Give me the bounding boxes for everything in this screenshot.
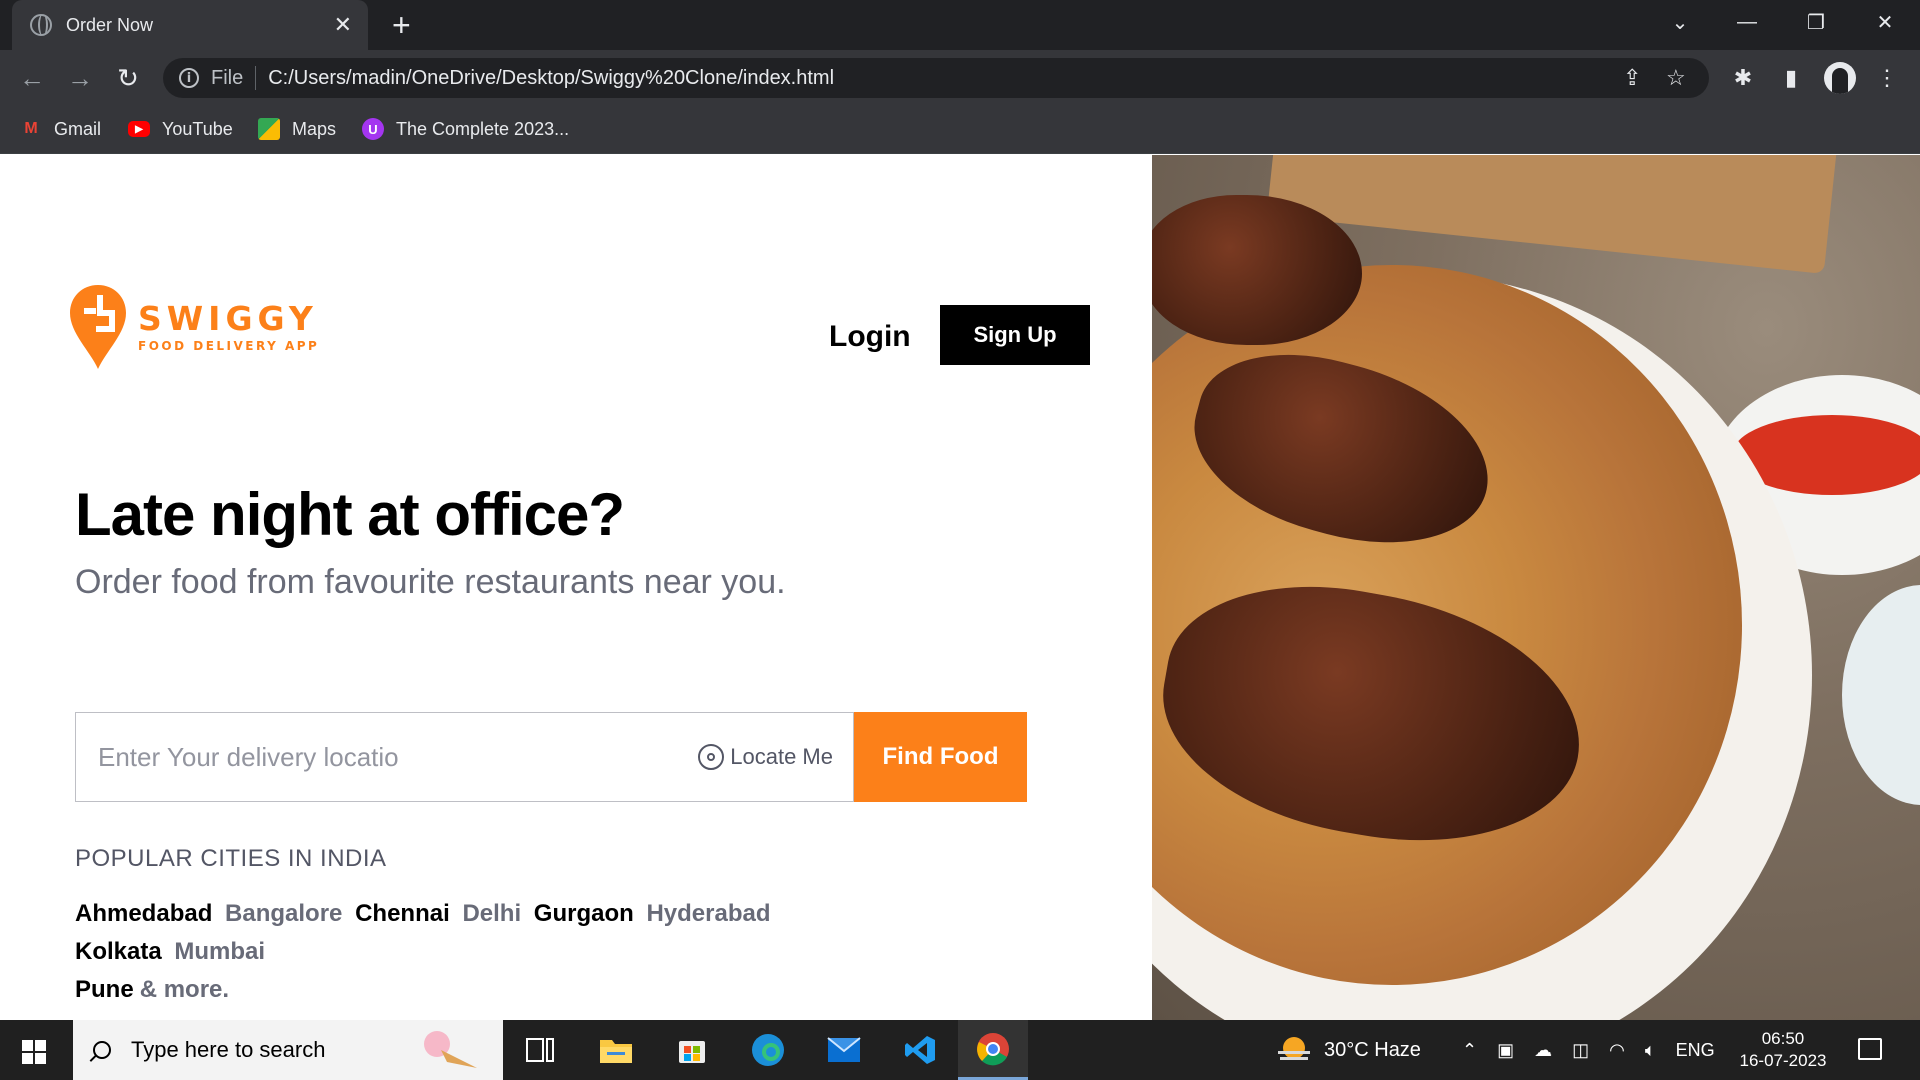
- logo-tagline: FOOD DELIVERY APP: [138, 339, 320, 353]
- address-url[interactable]: C:/Users/madin/OneDrive/Desktop/Swiggy%2…: [268, 67, 834, 90]
- gmail-icon: M: [24, 120, 38, 137]
- city-link[interactable]: Kolkata: [75, 938, 162, 965]
- location-input[interactable]: [76, 714, 699, 800]
- bookmark-label: Gmail: [54, 118, 102, 139]
- tab-title: Order Now: [66, 14, 154, 35]
- locate-me-label: Locate Me: [730, 744, 833, 769]
- haze-sun-icon: [1278, 1037, 1310, 1060]
- city-link[interactable]: Bangalore: [225, 900, 342, 927]
- browser-tab[interactable]: Order Now ✕: [12, 0, 368, 50]
- bookmark-label: YouTube: [162, 118, 233, 139]
- clock-date: 16-07-2023: [1739, 1051, 1827, 1070]
- bookmark-label: The Complete 2023...: [396, 118, 570, 139]
- reload-icon[interactable]: ↻: [112, 62, 144, 94]
- share-icon[interactable]: ⇪: [1623, 58, 1641, 98]
- address-divider: [255, 66, 257, 90]
- signup-button[interactable]: Sign Up: [940, 305, 1090, 365]
- locate-icon: [698, 744, 725, 770]
- restore-icon[interactable]: ❐: [1781, 0, 1851, 44]
- taskbar-search-text: Type here to search: [131, 1037, 326, 1062]
- volume-icon[interactable]: 🔈︎: [1645, 1040, 1656, 1061]
- extensions-icon[interactable]: ✱: [1728, 64, 1758, 92]
- logo-wordmark: SWIGGY FOOD DELIVERY APP: [138, 299, 320, 354]
- windows-start-icon[interactable]: [22, 1040, 46, 1064]
- site-info-icon[interactable]: i: [179, 68, 199, 88]
- more-cities-link[interactable]: & more.: [140, 976, 229, 1003]
- hero-headline: Late night at office?: [75, 481, 625, 548]
- bookmarks-bar: M Gmail ▶ YouTube Maps U The Complete 20…: [0, 106, 1920, 154]
- clock-time: 06:50: [1761, 1029, 1805, 1048]
- side-panel-icon[interactable]: ▮: [1776, 64, 1806, 92]
- locate-me-button[interactable]: Locate Me: [698, 744, 833, 770]
- city-link[interactable]: Delhi: [462, 900, 521, 927]
- new-tab-icon[interactable]: +: [392, 8, 411, 42]
- close-tab-icon[interactable]: ✕: [334, 14, 352, 36]
- popular-cities-title: POPULAR CITIES IN INDIA: [75, 845, 387, 872]
- login-button[interactable]: Login: [829, 320, 911, 354]
- vscode-icon[interactable]: [885, 1020, 955, 1080]
- hero-subline: Order food from favourite restaurants ne…: [75, 563, 786, 601]
- microsoft-store-icon[interactable]: [657, 1020, 727, 1080]
- chrome-icon[interactable]: [958, 1020, 1028, 1080]
- back-icon[interactable]: ←: [16, 62, 48, 94]
- weather-widget[interactable]: 30°C Haze: [1276, 1020, 1421, 1080]
- edge-icon[interactable]: [733, 1020, 803, 1080]
- taskbar-search[interactable]: Type here to search: [73, 1020, 503, 1080]
- forward-icon[interactable]: →: [64, 62, 96, 94]
- onedrive-icon[interactable]: ☁: [1534, 1040, 1552, 1061]
- globe-icon: [30, 14, 52, 36]
- chevron-up-icon[interactable]: ⌃: [1462, 1040, 1477, 1061]
- profile-avatar[interactable]: [1824, 62, 1856, 94]
- taskbar-clock[interactable]: 06:50 16-07-2023: [1730, 1028, 1836, 1072]
- bookmark-gmail[interactable]: M Gmail: [20, 106, 101, 152]
- web-page: SWIGGY FOOD DELIVERY APP Login Sign Up L…: [0, 155, 1920, 1020]
- raita-bowl: [1842, 585, 1920, 805]
- location-search: Locate Me Find Food: [75, 712, 1027, 802]
- close-window-icon[interactable]: ✕: [1850, 0, 1920, 44]
- landing-panel: SWIGGY FOOD DELIVERY APP Login Sign Up L…: [0, 155, 1152, 1020]
- city-link[interactable]: Chennai: [355, 900, 450, 927]
- browser-tabstrip: Order Now ✕ + ⌄ — ❐ ✕: [0, 0, 1920, 50]
- city-link[interactable]: Mumbai: [174, 938, 265, 965]
- city-link[interactable]: Pune: [75, 976, 134, 1003]
- weather-text: 30°C Haze: [1324, 1038, 1421, 1061]
- bookmark-label: Maps: [292, 118, 337, 139]
- find-food-button[interactable]: Find Food: [854, 712, 1027, 802]
- swiggy-pin-icon: [70, 285, 126, 369]
- maps-icon: [258, 118, 280, 140]
- biryani-hero-image: [1152, 155, 1920, 1020]
- udemy-icon: U: [362, 118, 384, 140]
- bookmark-youtube[interactable]: ▶ YouTube: [128, 106, 233, 152]
- task-view-icon[interactable]: [505, 1020, 575, 1080]
- logo-name: SWIGGY: [138, 299, 318, 338]
- bookmark-star-icon[interactable]: ☆: [1666, 58, 1686, 98]
- search-icon: [93, 1041, 111, 1059]
- meet-now-icon[interactable]: ▣: [1497, 1040, 1514, 1061]
- location-field: Locate Me: [75, 712, 854, 802]
- city-link[interactable]: Gurgaon: [534, 900, 634, 927]
- city-link[interactable]: Hyderabad: [646, 900, 770, 927]
- wifi-icon[interactable]: ◠: [1609, 1040, 1625, 1061]
- system-tray: ⌃ ▣ ☁ ◫ ◠ 🔈︎ ENG: [1462, 1020, 1715, 1080]
- file-explorer-icon[interactable]: [581, 1020, 651, 1080]
- browser-toolbar: ← → ↻ i File C:/Users/madin/OneDrive/Des…: [0, 50, 1920, 106]
- notification-center-icon[interactable]: [1858, 1038, 1882, 1060]
- network-icon[interactable]: ◫: [1572, 1040, 1589, 1061]
- address-scheme: File: [211, 66, 244, 89]
- menu-icon[interactable]: ⋮: [1872, 64, 1902, 92]
- popular-cities-list: Ahmedabad Bangalore Chennai Delhi Gurgao…: [75, 895, 835, 1009]
- address-bar[interactable]: i File C:/Users/madin/OneDrive/Desktop/S…: [163, 58, 1709, 98]
- windows-taskbar: Type here to search 30°C Haze ⌃ ▣ ☁ ◫ ◠ …: [0, 1020, 1920, 1080]
- tab-search-icon[interactable]: ⌄: [1645, 0, 1715, 44]
- ice-cream-icon: [424, 1031, 477, 1068]
- bookmark-udemy[interactable]: U The Complete 2023...: [362, 106, 569, 152]
- mail-icon[interactable]: [809, 1020, 879, 1080]
- minimize-icon[interactable]: —: [1712, 0, 1782, 44]
- swiggy-logo[interactable]: SWIGGY FOOD DELIVERY APP: [70, 285, 319, 369]
- youtube-icon: ▶: [128, 121, 150, 137]
- bookmark-maps[interactable]: Maps: [258, 106, 336, 152]
- city-link[interactable]: Ahmedabad: [75, 900, 212, 927]
- language-indicator[interactable]: ENG: [1676, 1040, 1715, 1061]
